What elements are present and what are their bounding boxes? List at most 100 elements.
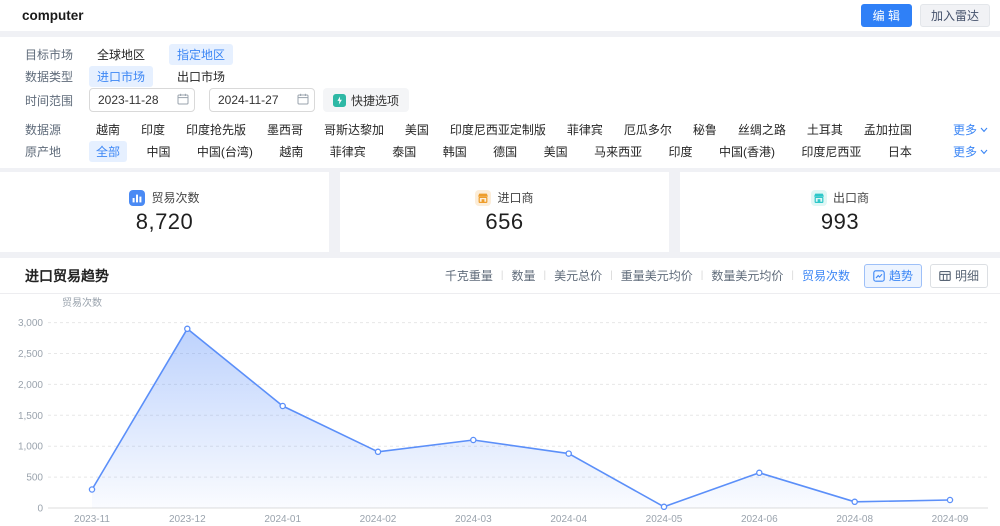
view-switch: 趋势 明细 xyxy=(864,264,988,288)
chevron-down-icon xyxy=(980,149,988,155)
filter-option[interactable]: 指定地区 xyxy=(169,44,233,65)
start-date-field xyxy=(89,88,195,112)
filter-item[interactable]: 全部 xyxy=(89,141,127,162)
filter-item[interactable]: 印度 xyxy=(134,119,172,140)
chart-point[interactable] xyxy=(280,403,285,408)
metric-separator: | xyxy=(501,270,504,281)
filter-item[interactable]: 越南 xyxy=(89,119,127,140)
metric-separator: | xyxy=(610,270,613,281)
filter-item[interactable]: 中国 xyxy=(139,141,177,162)
filter-item[interactable]: 菲律宾 xyxy=(323,141,373,162)
quick-options-label: 快捷选项 xyxy=(351,92,399,109)
x-axis-tick: 2024-04 xyxy=(550,514,587,525)
edit-button[interactable]: 编 辑 xyxy=(861,4,912,27)
metric-separator: | xyxy=(701,270,704,281)
top-bar-actions: 编 辑 加入雷达 xyxy=(861,4,990,27)
stat-label: 出口商 xyxy=(833,189,869,206)
chart-point[interactable] xyxy=(185,326,190,331)
chart-point[interactable] xyxy=(375,449,380,454)
filter-item[interactable]: 德国 xyxy=(486,141,524,162)
x-axis-tick: 2023-11 xyxy=(74,514,110,525)
filter-item[interactable]: 孟加拉国 xyxy=(857,119,919,140)
metric-option[interactable]: 美元总价 xyxy=(554,267,602,284)
filter-item[interactable]: 哥斯达黎加 xyxy=(317,119,391,140)
y-axis-tick: 1,000 xyxy=(18,442,43,453)
filter-option[interactable]: 出口市场 xyxy=(169,66,233,87)
chart-point[interactable] xyxy=(89,487,94,492)
metric-option[interactable]: 贸易次数 xyxy=(802,267,850,284)
chart-point[interactable] xyxy=(471,437,476,442)
filter-item[interactable]: 泰国 xyxy=(385,141,423,162)
filter-item[interactable]: 中国(香港) xyxy=(712,141,782,162)
quick-options-button[interactable]: 快捷选项 xyxy=(323,88,409,112)
filter-item[interactable]: 越南 xyxy=(272,141,310,162)
filter-panel: 目标市场 全球地区指定地区 数据类型 进口市场出口市场 时间范围 快捷选项 数据… xyxy=(0,37,1000,168)
filter-item[interactable]: 美国 xyxy=(537,141,575,162)
filter-item[interactable]: 土耳其 xyxy=(800,119,850,140)
chart-point[interactable] xyxy=(852,499,857,504)
stat-value: 8,720 xyxy=(136,209,194,235)
filter-item[interactable]: 中国(台湾) xyxy=(190,141,260,162)
calendar-icon xyxy=(297,93,309,108)
chart-point[interactable] xyxy=(661,504,666,509)
origin-items: 全部中国中国(台湾) 越南菲律宾泰国韩国德国美国马来西亚印度中国(香港) 印度尼西亚… xyxy=(89,141,919,162)
filter-item[interactable]: 马来西亚 xyxy=(587,141,649,162)
chevron-down-icon xyxy=(980,127,988,133)
filter-item[interactable]: 印度抢先版 xyxy=(179,119,253,140)
filter-item[interactable]: 丝绸之路 xyxy=(731,119,793,140)
exporter-icon xyxy=(811,190,827,206)
target-market-options: 全球地区指定地区 xyxy=(89,44,233,65)
filter-item[interactable]: 印度尼西亚 xyxy=(794,141,868,162)
trend-view-label: 趋势 xyxy=(889,267,913,284)
filter-option[interactable]: 全球地区 xyxy=(89,44,153,65)
page-title: computer xyxy=(22,8,84,23)
filter-item[interactable]: 印度尼西亚定制版 xyxy=(443,119,553,140)
x-axis-tick: 2024-01 xyxy=(264,514,301,525)
filter-item[interactable]: 墨西哥 xyxy=(260,119,310,140)
trend-chart[interactable]: 05001,0001,5002,0002,5003,0002023-112023… xyxy=(0,296,1000,526)
y-axis-tick: 500 xyxy=(26,473,43,484)
x-axis-tick: 2023-12 xyxy=(169,514,206,525)
x-axis-tick: 2024-05 xyxy=(646,514,683,525)
metric-selector: 千克重量|数量|美元总价|重量美元均价|数量美元均价|贸易次数 xyxy=(445,267,850,284)
quick-options-icon xyxy=(333,94,346,107)
filter-item[interactable]: 厄瓜多尔 xyxy=(617,119,679,140)
filter-item[interactable]: 日本 xyxy=(881,141,919,162)
trend-view-button[interactable]: 趋势 xyxy=(864,264,922,288)
filter-item[interactable]: 韩国 xyxy=(436,141,474,162)
filter-item[interactable]: 菲律宾 xyxy=(560,119,610,140)
origin-more-link[interactable]: 更多 xyxy=(953,143,988,160)
filter-item[interactable]: 美国 xyxy=(398,119,436,140)
stat-label: 进口商 xyxy=(497,189,533,206)
trend-chart-icon xyxy=(873,270,885,282)
add-to-radar-button[interactable]: 加入雷达 xyxy=(920,4,990,27)
filter-row-data-source: 数据源 越南印度印度抢先版墨西哥哥斯达黎加美国印度尼西亚定制版菲律宾厄瓜多尔秘鲁… xyxy=(25,119,988,140)
filter-row-date-range: 时间范围 快捷选项 xyxy=(25,88,988,112)
filter-row-data-type: 数据类型 进口市场出口市场 xyxy=(25,66,988,87)
filter-item[interactable]: 印度 xyxy=(662,141,700,162)
source-more-link[interactable]: 更多 xyxy=(953,121,988,138)
metric-option[interactable]: 千克重量 xyxy=(445,267,493,284)
filter-row-target-market: 目标市场 全球地区指定地区 xyxy=(25,44,988,65)
chart-point[interactable] xyxy=(947,497,952,502)
detail-view-label: 明细 xyxy=(955,267,979,284)
detail-view-button[interactable]: 明细 xyxy=(930,264,988,288)
x-axis-tick: 2024-08 xyxy=(836,514,873,525)
metric-option[interactable]: 数量美元均价 xyxy=(711,267,783,284)
stat-card-top: 贸易次数 xyxy=(129,189,199,206)
x-axis-tick: 2024-02 xyxy=(360,514,397,525)
metric-option[interactable]: 重量美元均价 xyxy=(621,267,693,284)
stat-value: 656 xyxy=(485,209,523,235)
chart-point[interactable] xyxy=(566,451,571,456)
chart-point[interactable] xyxy=(757,470,762,475)
importer-icon xyxy=(475,190,491,206)
filter-option[interactable]: 进口市场 xyxy=(89,66,153,87)
metric-option[interactable]: 数量 xyxy=(511,267,535,284)
filter-item[interactable]: 秘鲁 xyxy=(686,119,724,140)
filter-label: 时间范围 xyxy=(25,92,83,109)
stat-card-top: 出口商 xyxy=(811,189,869,206)
data-source-items: 越南印度印度抢先版墨西哥哥斯达黎加美国印度尼西亚定制版菲律宾厄瓜多尔秘鲁丝绸之路… xyxy=(89,119,919,140)
bar-chart-icon xyxy=(129,190,145,206)
top-bar: computer 编 辑 加入雷达 xyxy=(0,0,1000,31)
end-date-field xyxy=(209,88,315,112)
